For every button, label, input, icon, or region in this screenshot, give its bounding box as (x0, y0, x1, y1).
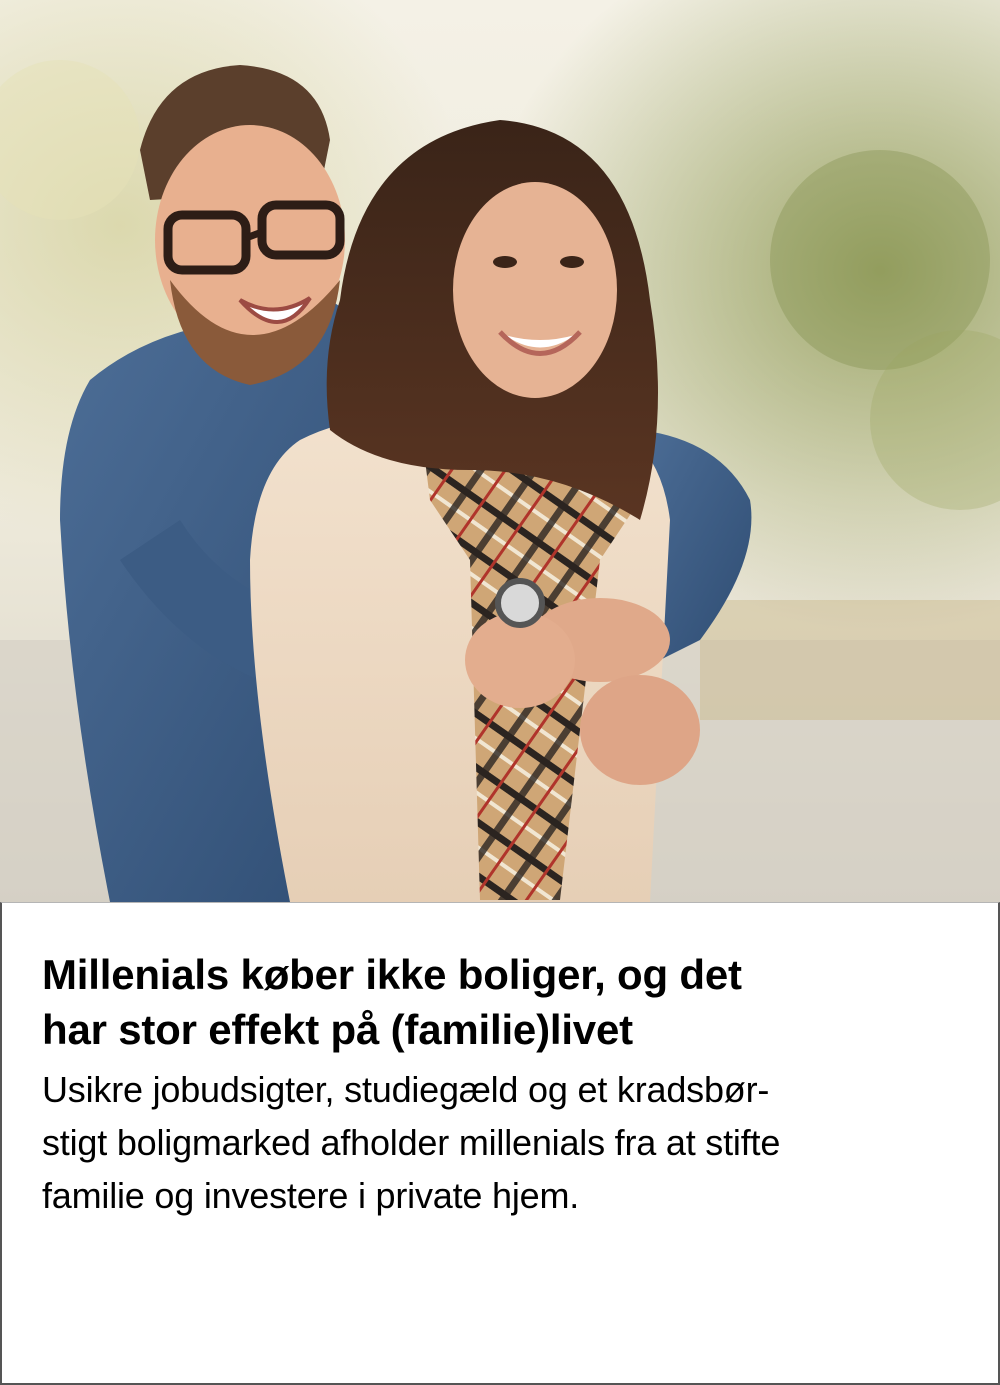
article-summary: Usikre jobudsigter, studiegæld og et kra… (42, 1063, 962, 1222)
summary-line-1: Usikre jobudsigter, studiegæld og et kra… (42, 1069, 770, 1110)
couple-photo-illustration (0, 0, 1000, 902)
headline-line-2: har stor effekt på (familie)livet (42, 1006, 633, 1053)
article-photo[interactable] (0, 0, 1000, 902)
article-card[interactable]: Millenials køber ikke boliger, og det ha… (0, 0, 1000, 1385)
summary-line-3: familie og investere i private hjem. (42, 1175, 580, 1216)
headline-line-1: Millenials køber ikke boliger, og det (42, 951, 742, 998)
article-text-panel: Millenials køber ikke boliger, og det ha… (0, 902, 1000, 1385)
article-headline[interactable]: Millenials køber ikke boliger, og det ha… (42, 947, 962, 1057)
summary-line-2: stigt boligmarked afholder millenials fr… (42, 1122, 781, 1163)
